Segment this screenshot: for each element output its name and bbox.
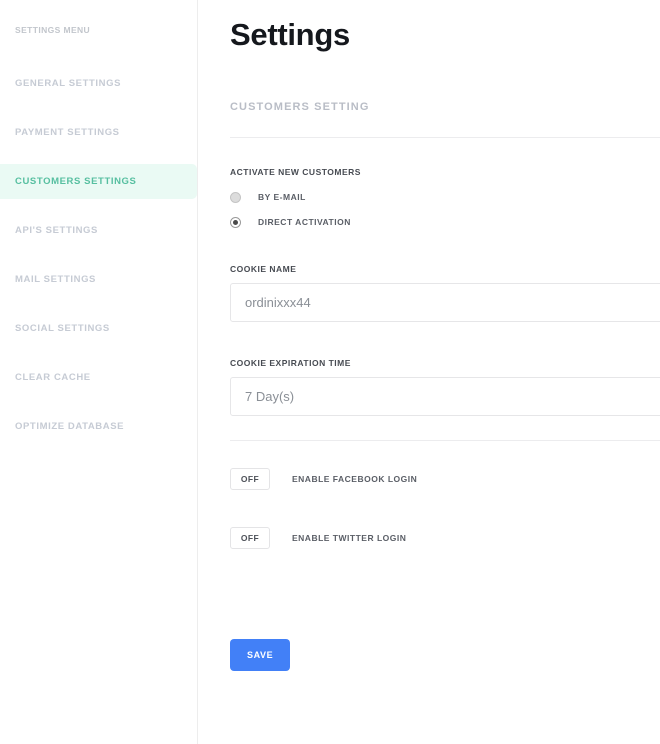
sidebar-item-label: MAIL SETTINGS <box>15 274 96 285</box>
activate-new-customers-group: ACTIVATE NEW CUSTOMERS BY E-MAIL DIRECT … <box>230 166 660 228</box>
cookie-expiration-field-block: COOKIE EXPIRATION TIME 7 Day(s) <box>230 357 660 416</box>
section-title: CUSTOMERS SETTING <box>230 101 370 113</box>
divider-toggles <box>230 440 660 441</box>
cookie-expiration-label: COOKIE EXPIRATION TIME <box>230 358 351 368</box>
sidebar-item-payment-settings[interactable]: PAYMENT SETTINGS <box>0 115 197 150</box>
radio-option-direct-activation[interactable]: DIRECT ACTIVATION <box>230 216 660 228</box>
radio-direct-activation-label: DIRECT ACTIVATION <box>258 217 351 227</box>
radio-option-by-email[interactable]: BY E-MAIL <box>230 191 660 203</box>
twitter-login-row: OFF ENABLE TWITTER LOGIN <box>230 527 660 549</box>
sidebar-item-general-settings[interactable]: GENERAL SETTINGS <box>0 66 197 101</box>
enable-facebook-login-label: ENABLE FACEBOOK LOGIN <box>292 474 418 484</box>
sidebar-item-social-settings[interactable]: SOCIAL SETTINGS <box>0 311 197 346</box>
sidebar-item-mail-settings[interactable]: MAIL SETTINGS <box>0 262 197 297</box>
cookie-name-label: COOKIE NAME <box>230 264 297 274</box>
activate-new-customers-label: ACTIVATE NEW CUSTOMERS <box>230 167 361 177</box>
radio-by-email-icon[interactable] <box>230 191 241 203</box>
settings-content: Settings CUSTOMERS SETTING ACTIVATE NEW … <box>198 0 660 744</box>
sidebar-item-clear-cache[interactable]: CLEAR CACHE <box>0 360 197 395</box>
sidebar-item-label: GENERAL SETTINGS <box>15 78 122 89</box>
sidebar-item-label: PAYMENT SETTINGS <box>15 127 120 138</box>
settings-page: SETTINGS MENU GENERAL SETTINGS PAYMENT S… <box>0 0 660 744</box>
page-title: Settings <box>230 17 350 52</box>
cookie-expiration-select[interactable]: 7 Day(s) <box>230 377 660 416</box>
sidebar-item-label: CLEAR CACHE <box>15 372 91 383</box>
radio-direct-activation-icon[interactable] <box>230 216 241 228</box>
sidebar-item-label: SOCIAL SETTINGS <box>15 323 110 334</box>
sidebar-item-apis-settings[interactable]: API'S SETTINGS <box>0 213 197 248</box>
sidebar-item-label: API'S SETTINGS <box>15 225 98 236</box>
sidebar-item-label: CUSTOMERS SETTINGS <box>15 176 137 187</box>
settings-sidebar: SETTINGS MENU GENERAL SETTINGS PAYMENT S… <box>0 0 198 744</box>
sidebar-menu-title: SETTINGS MENU <box>15 25 91 35</box>
facebook-login-row: OFF ENABLE FACEBOOK LOGIN <box>230 468 660 490</box>
twitter-toggle-state: OFF <box>240 533 260 543</box>
save-button-wrap: SAVE <box>230 639 660 671</box>
enable-twitter-login-toggle[interactable]: OFF <box>230 527 270 549</box>
sidebar-item-label: OPTIMIZE DATABASE <box>15 421 125 432</box>
enable-twitter-login-label: ENABLE TWITTER LOGIN <box>292 533 407 543</box>
save-button[interactable]: SAVE <box>230 639 291 671</box>
radio-by-email-label: BY E-MAIL <box>258 192 306 202</box>
sidebar-item-optimize-database[interactable]: OPTIMIZE DATABASE <box>0 409 197 444</box>
facebook-toggle-state: OFF <box>240 474 260 484</box>
enable-facebook-login-toggle[interactable]: OFF <box>230 468 270 490</box>
sidebar-item-customers-settings[interactable]: CUSTOMERS SETTINGS <box>0 164 197 199</box>
cookie-name-field-block: COOKIE NAME <box>230 263 660 322</box>
sidebar-nav-list: GENERAL SETTINGS PAYMENT SETTINGS CUSTOM… <box>0 66 197 444</box>
cookie-name-input[interactable] <box>230 283 660 322</box>
divider-top <box>230 137 660 138</box>
